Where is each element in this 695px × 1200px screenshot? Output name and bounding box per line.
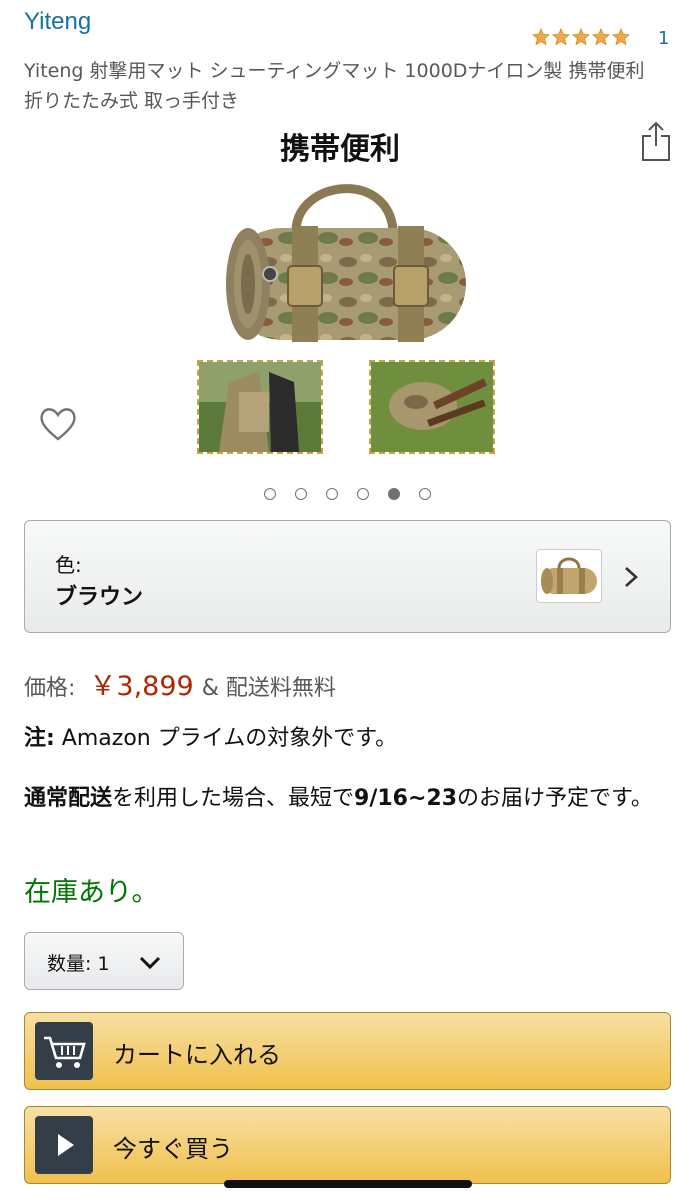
- star-icon: [572, 28, 590, 46]
- price-amount: ￥3,899: [89, 671, 194, 702]
- shipping-info: & 配送料無料: [201, 676, 336, 701]
- pagination-dot[interactable]: [419, 488, 431, 500]
- delivery-date: 9/16~23: [354, 786, 458, 811]
- play-icon: [35, 1116, 93, 1174]
- pagination-dot-active[interactable]: [388, 488, 400, 500]
- pagination-dot[interactable]: [326, 488, 338, 500]
- quantity-label: 数量: 1: [47, 953, 110, 975]
- pagination-dot[interactable]: [357, 488, 369, 500]
- add-to-cart-button[interactable]: カートに入れる: [24, 1012, 671, 1090]
- star-icon: [612, 28, 630, 46]
- share-icon[interactable]: [640, 120, 672, 162]
- image-caption: 携帯便利: [280, 132, 400, 167]
- note-label: 注:: [24, 726, 55, 751]
- image-pagination[interactable]: [0, 488, 695, 500]
- star-icon: [552, 28, 570, 46]
- price-label: 価格:: [24, 676, 76, 701]
- note-text: Amazon プライムの対象外です。: [54, 726, 398, 751]
- pagination-dot[interactable]: [295, 488, 307, 500]
- color-label: 色:: [55, 553, 82, 577]
- heart-icon[interactable]: [38, 404, 78, 444]
- star-icon: [532, 28, 550, 46]
- color-swatch-image: [536, 549, 602, 603]
- price-line: 価格: ￥3,899 & 配送料無料: [24, 664, 336, 703]
- color-value: ブラウン: [55, 585, 144, 610]
- chevron-down-icon: [139, 956, 161, 970]
- delivery-info: 通常配送を利用した場合、最短で9/16~23のお届け予定です。: [24, 782, 676, 816]
- delivery-type[interactable]: 通常配送: [24, 786, 112, 811]
- product-thumbnail[interactable]: [369, 360, 495, 454]
- prime-note: 注: Amazon プライムの対象外です。: [24, 720, 397, 752]
- home-indicator[interactable]: [224, 1180, 472, 1188]
- delivery-text-end: のお届け予定です。: [457, 786, 653, 811]
- buy-now-label: 今すぐ買う: [113, 1135, 233, 1163]
- star-icon: [592, 28, 610, 46]
- stock-status: 在庫あり。: [24, 877, 159, 908]
- color-selector[interactable]: 色: ブラウン: [24, 520, 671, 633]
- brand-link[interactable]: Yiteng: [24, 8, 91, 36]
- product-image[interactable]: [218, 170, 476, 356]
- chevron-right-icon: [625, 567, 638, 587]
- thumbnail-image: [199, 362, 321, 452]
- pagination-dot[interactable]: [264, 488, 276, 500]
- delivery-text: を利用した場合、最短で: [112, 786, 355, 811]
- thumbnail-image: [371, 362, 493, 452]
- product-title: Yiteng 射撃用マット シューティングマット 1000Dナイロン製 携帯便利…: [24, 60, 645, 112]
- product-thumbnail[interactable]: [197, 360, 323, 454]
- cart-icon: [35, 1022, 93, 1080]
- add-to-cart-label: カートに入れる: [113, 1041, 281, 1069]
- rating-stars[interactable]: [532, 28, 630, 46]
- buy-now-button[interactable]: 今すぐ買う: [24, 1106, 671, 1184]
- quantity-select[interactable]: 数量: 1: [24, 932, 184, 990]
- rating-count[interactable]: 1: [658, 28, 669, 49]
